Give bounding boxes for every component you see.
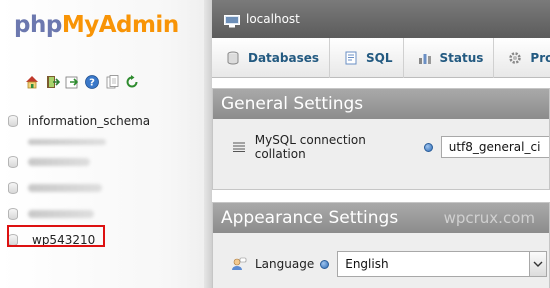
tab-label: Pro <box>530 51 550 65</box>
panel-title: General Settings <box>221 94 364 114</box>
collation-value: utf8_general_ci <box>448 140 541 154</box>
help-icon[interactable] <box>320 259 330 269</box>
collation-row: MySQL connection collation utf8_general_… <box>213 133 549 161</box>
logo-php-text: php <box>14 12 62 38</box>
highlight-box <box>7 225 105 247</box>
home-icon[interactable] <box>24 74 40 90</box>
docs-icon[interactable] <box>104 74 120 90</box>
svg-text:?: ? <box>89 78 95 89</box>
database-item[interactable] <box>6 149 202 175</box>
documentation-icon[interactable]: ? <box>84 74 100 90</box>
language-select[interactable]: English <box>337 251 548 277</box>
panel-header: General Settings <box>213 89 549 119</box>
database-item[interactable] <box>6 201 202 227</box>
sql-icon <box>344 51 358 65</box>
database-icon <box>8 115 18 127</box>
exit-icon[interactable] <box>44 74 60 90</box>
main-tabs: Databases SQL Status Pro <box>212 38 550 78</box>
database-icon <box>8 208 18 220</box>
query-window-icon[interactable] <box>64 74 80 90</box>
obscured-database-name <box>28 184 102 192</box>
tab-label: SQL <box>366 51 393 65</box>
chevron-down-icon[interactable] <box>529 251 548 277</box>
database-item[interactable] <box>6 175 202 201</box>
logo-my-text: My <box>61 12 99 38</box>
main-content: localhost Databases SQL Status Pro Gener… <box>212 0 550 288</box>
navigation-sidebar: phpMyAdmin ? information_schema _wp54321… <box>0 0 212 288</box>
database-icon <box>8 182 18 194</box>
server-breadcrumb-bar: localhost <box>212 0 550 38</box>
obscured-row <box>6 134 202 149</box>
reload-icon[interactable] <box>124 74 140 90</box>
help-icon[interactable] <box>423 142 433 152</box>
tab-label: Status <box>439 51 484 65</box>
language-label: Language <box>255 257 315 271</box>
server-icon <box>224 13 240 27</box>
language-value: English <box>345 257 389 271</box>
database-icon <box>226 51 240 65</box>
tab-status[interactable]: Status <box>404 38 495 78</box>
obscured-database-name <box>28 158 90 166</box>
watermark-text: wpcrux.com <box>443 209 535 227</box>
general-settings-panel: General Settings MySQL connection collat… <box>212 88 550 190</box>
tab-processes[interactable]: Pro <box>494 38 550 78</box>
panel-header: Appearance Settings wpcrux.com <box>213 203 549 233</box>
appearance-settings-panel: Appearance Settings wpcrux.com Language … <box>212 202 550 288</box>
tab-sql[interactable]: SQL <box>330 38 404 78</box>
collation-select[interactable]: utf8_general_ci <box>440 136 549 158</box>
phpmyadmin-window: phpMyAdmin ? information_schema _wp54321… <box>0 0 550 288</box>
database-item[interactable]: information_schema <box>6 108 202 134</box>
obscured-text <box>28 138 106 145</box>
status-icon <box>418 51 432 65</box>
navigation-toolbar: ? <box>24 74 140 90</box>
panel-title: Appearance Settings <box>221 208 399 228</box>
tab-databases[interactable]: Databases <box>212 38 331 78</box>
tab-label: Databases <box>248 51 320 65</box>
language-row: Language English <box>213 251 549 277</box>
logo-admin-text: Admin <box>98 12 180 38</box>
collation-label: MySQL connection collation <box>254 133 366 161</box>
database-list: information_schema _wp543210 <box>6 108 202 253</box>
server-name[interactable]: localhost <box>246 12 300 26</box>
sidebar-resize-handle[interactable] <box>204 0 212 288</box>
collation-list-icon <box>231 140 247 154</box>
phpmyadmin-logo[interactable]: phpMyAdmin <box>14 12 179 38</box>
database-icon <box>8 156 18 168</box>
database-name: information_schema <box>28 114 151 128</box>
obscured-database-name <box>28 210 94 218</box>
language-icon <box>231 257 247 271</box>
processes-icon <box>508 51 522 65</box>
